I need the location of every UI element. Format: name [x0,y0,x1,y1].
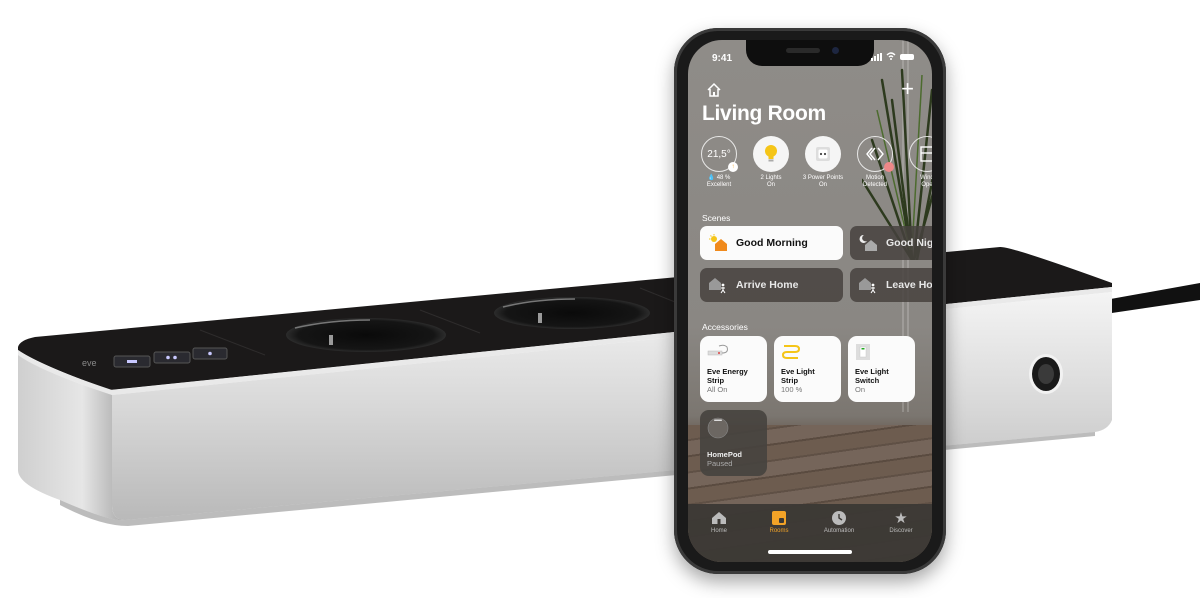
add-button[interactable]: + [901,78,914,100]
smartphone: 9:41 + Living Room 21,5° ↑ 💧 48 % Excell… [674,28,946,574]
status-icons [871,52,914,62]
accessory-eve-light-strip[interactable]: Eve Light Strip 100 % [774,336,841,402]
tab-discover[interactable]: ★ Discover [876,510,926,534]
heating-badge-icon: ↑ [728,162,738,172]
sun-house-icon [708,234,728,252]
lights-status[interactable]: 2 Lights On [750,136,792,189]
accessories-label: Accessories [702,322,748,332]
tab-automation[interactable]: Automation [814,510,864,534]
tab-home[interactable]: Home [694,510,744,534]
light-strip-icon [781,345,801,359]
tab-bar: Home Rooms Automation ★ Discover [688,504,932,562]
battery-icon [900,54,914,60]
home-icon[interactable] [706,82,722,98]
scenes-label: Scenes [702,213,731,223]
outlet-icon [816,147,830,161]
tab-rooms[interactable]: Rooms [754,510,804,534]
power-cable [1105,283,1200,314]
socket-button-2 [153,351,191,364]
socket-1 [286,318,446,352]
notch [746,40,874,66]
power-strip: eve [18,246,1200,526]
temperature-value: 21,5° [707,148,731,160]
climate-status[interactable]: 21,5° ↑ 💧 48 % Excellent [698,136,740,189]
scene-leave-home[interactable]: Leave Ho [850,268,932,302]
motion-status[interactable]: Motion Detected [854,136,896,189]
arrive-home-icon [708,276,728,294]
room-title: Living Room [702,102,826,125]
energy-strip-icon [707,344,728,356]
motion-sensor-icon [866,147,884,161]
power-button [1029,354,1063,394]
signal-icon [871,53,882,61]
accessory-homepod[interactable]: HomePod Paused [700,410,767,476]
moon-house-icon [858,234,878,252]
home-tab-icon [711,510,727,526]
homepod-icon [707,417,729,439]
window-status[interactable]: Wind Ope [906,136,932,189]
wifi-icon [886,52,896,62]
eve-logo: eve [82,358,97,368]
star-icon: ★ [894,510,908,527]
leave-home-icon [858,276,878,294]
status-row: 21,5° ↑ 💧 48 % Excellent 2 Lights On 3 P… [698,136,932,189]
home-app-screen: 9:41 + Living Room 21,5° ↑ 💧 48 % Excell… [688,40,932,562]
power-status[interactable]: 3 Power Points On [802,136,844,189]
accessory-eve-energy-strip[interactable]: Eve Energy Strip All On [700,336,767,402]
status-time: 9:41 [712,53,733,64]
home-indicator[interactable] [768,550,852,554]
scene-arrive-home[interactable]: Arrive Home [700,268,843,302]
socket-2 [494,297,650,329]
lightbulb-icon [765,145,777,162]
scene-good-morning[interactable]: Good Morning [700,226,843,260]
alert-badge-icon [884,162,894,172]
scene-good-night[interactable]: Good Nig [850,226,932,260]
window-icon [920,146,932,162]
rooms-tab-icon [771,510,787,526]
light-switch-icon [856,344,870,360]
automation-clock-icon [831,510,847,526]
accessory-eve-light-switch[interactable]: Eve Light Switch On [848,336,915,402]
